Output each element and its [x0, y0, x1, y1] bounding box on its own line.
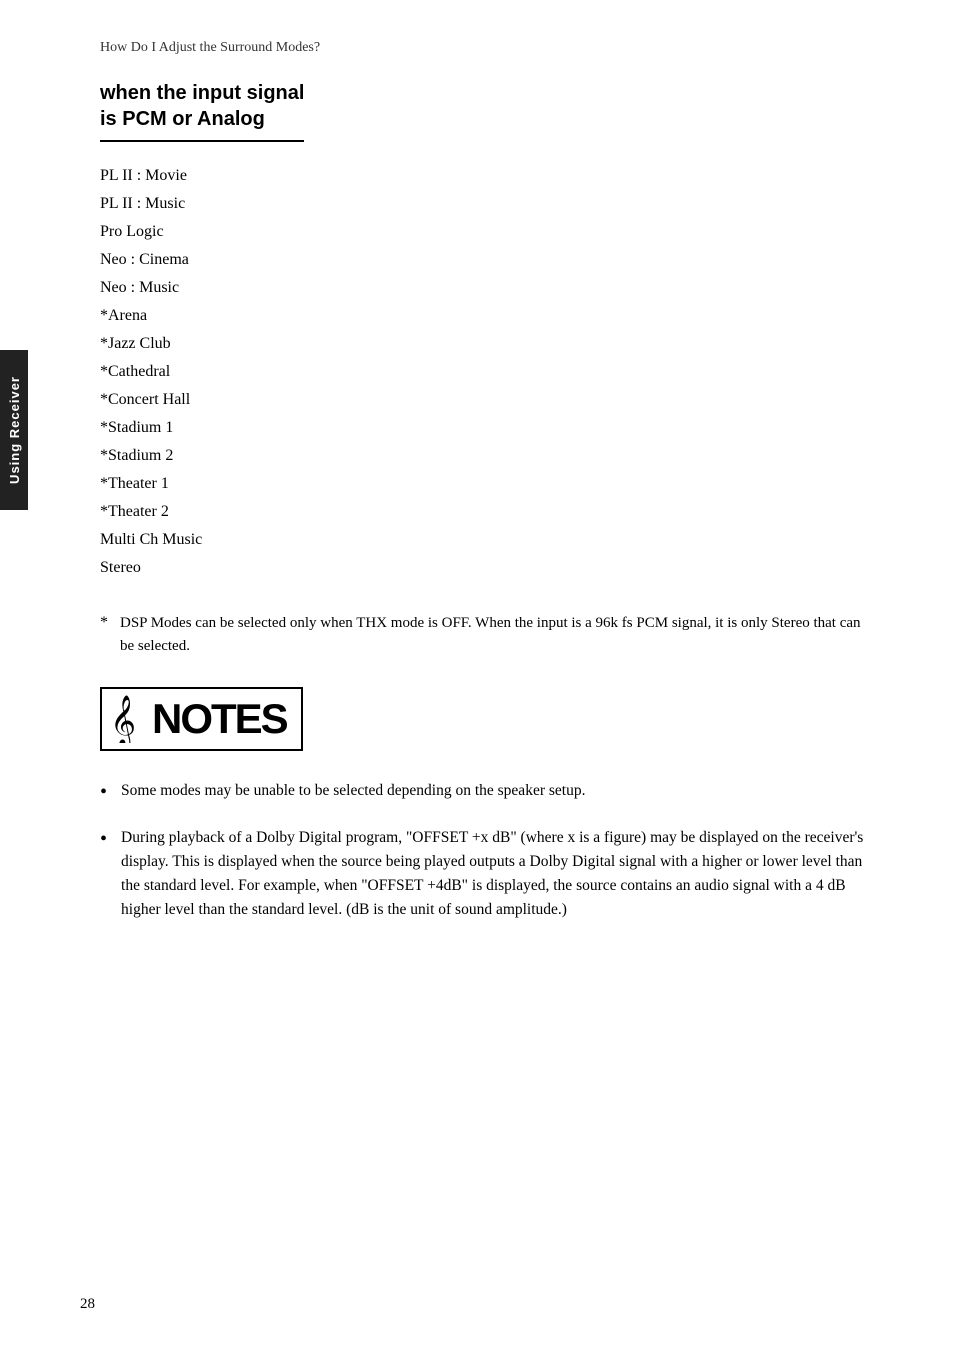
mode-item: *Jazz Club: [100, 330, 874, 358]
mode-item: Neo : Music: [100, 274, 874, 302]
list-item-text: Some modes may be unable to be selected …: [121, 779, 585, 803]
mode-item: *Arena: [100, 302, 874, 330]
sidebar-tab: Using Receiver: [0, 350, 28, 510]
list-item-text: During playback of a Dolby Digital progr…: [121, 826, 874, 922]
bullet-list: • Some modes may be unable to be selected…: [100, 779, 874, 922]
mode-item: *Concert Hall: [100, 386, 874, 414]
list-item: • During playback of a Dolby Digital prog…: [100, 826, 874, 922]
mode-item: *Stadium 2: [100, 442, 874, 470]
mode-item: Stereo: [100, 554, 874, 582]
mode-item: *Cathedral: [100, 358, 874, 386]
mode-item: PL II : Music: [100, 190, 874, 218]
sidebar-tab-label: Using Receiver: [7, 376, 22, 484]
footnote-star: *: [100, 614, 108, 632]
svg-text:𝄞: 𝄞: [110, 696, 136, 743]
list-item: • Some modes may be unable to be selected…: [100, 779, 874, 808]
mode-item: Multi Ch Music: [100, 526, 874, 554]
section-heading-text: when the input signal is PCM or Analog: [100, 80, 304, 132]
mode-item: *Stadium 1: [100, 414, 874, 442]
mode-item: *Theater 2: [100, 498, 874, 526]
page-number: 28: [80, 1296, 95, 1313]
notes-graphic: 𝄞 NOTES: [100, 687, 303, 751]
notes-image: 𝄞 NOTES: [100, 687, 874, 751]
mode-item: *Theater 1: [100, 470, 874, 498]
mode-item: Pro Logic: [100, 218, 874, 246]
section-heading: when the input signal is PCM or Analog: [100, 80, 304, 142]
footnote-text: DSP Modes can be selected only when THX …: [120, 612, 874, 657]
notes-letters: NOTES: [152, 698, 287, 740]
page-header: How Do I Adjust the Surround Modes?: [100, 40, 874, 56]
footnote: * DSP Modes can be selected only when TH…: [100, 612, 874, 657]
mode-item: PL II : Movie: [100, 162, 874, 190]
mode-item: Neo : Cinema: [100, 246, 874, 274]
bullet-dot-icon: •: [100, 824, 107, 855]
page-container: Using Receiver How Do I Adjust the Surro…: [0, 0, 954, 1349]
music-note-icon: 𝄞: [110, 695, 148, 743]
mode-list: PL II : MoviePL II : MusicPro LogicNeo :…: [100, 162, 874, 582]
bullet-dot-icon: •: [100, 777, 107, 808]
